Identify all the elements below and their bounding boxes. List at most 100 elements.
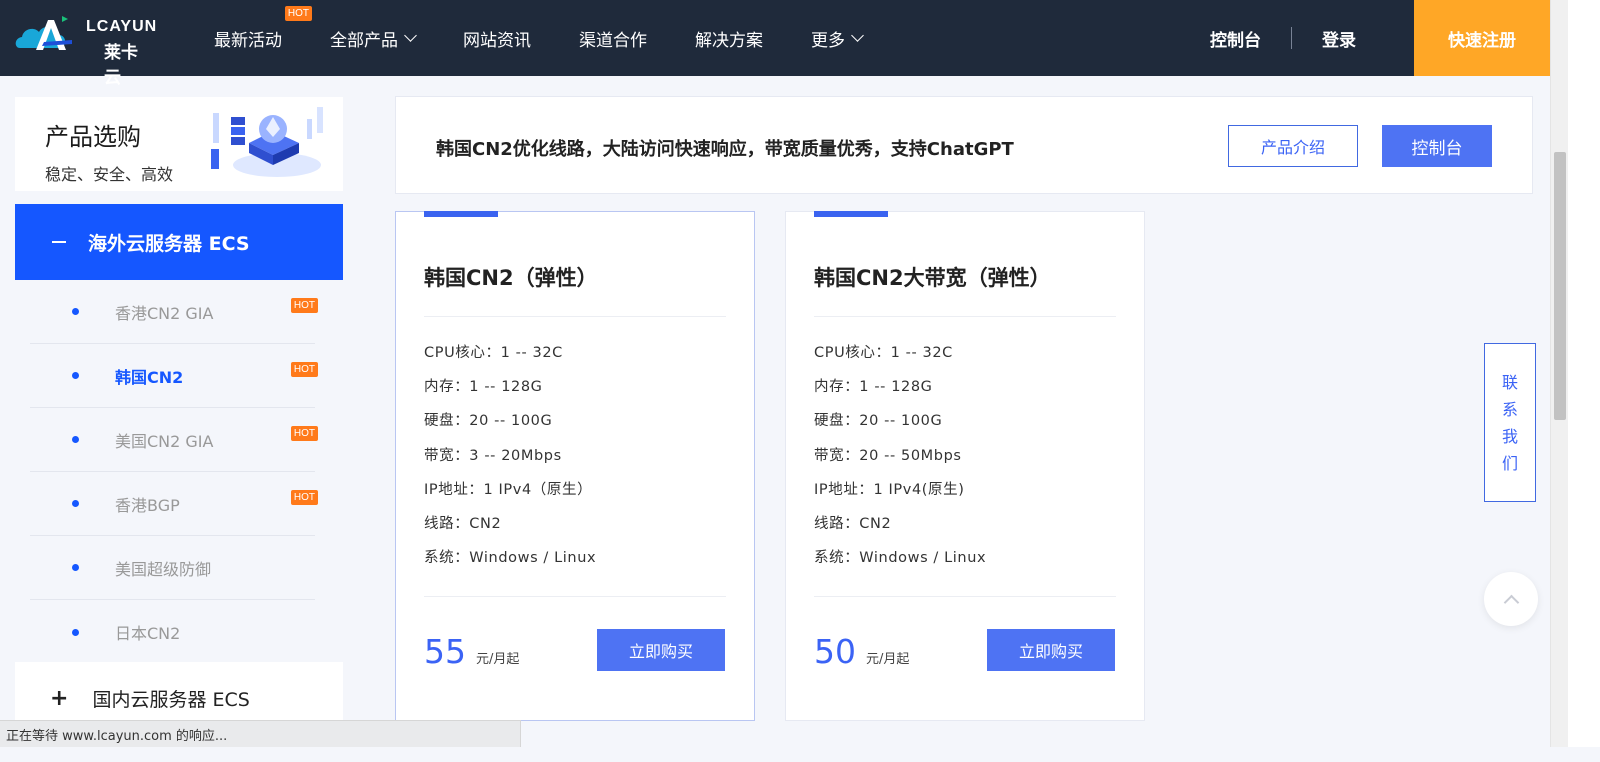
scrollbar-thumb[interactable] (1554, 152, 1566, 420)
contact-us-button[interactable]: 联 系 我 们 (1484, 343, 1536, 502)
chevron-up-icon (1503, 594, 1519, 610)
spec-disk: 硬盘：20 -- 100G (814, 413, 943, 430)
sidebar-header: 产品选购 稳定、安全、高效 (15, 97, 343, 191)
header-actions: 控制台 登录 快速注册 (1210, 0, 1550, 76)
vertical-scrollbar[interactable] (1550, 0, 1568, 762)
sidebar-item-label: 美国超级防御 (115, 559, 212, 579)
product-specs: CPU核心：1 -- 32C 内存：1 -- 128G 硬盘：20 -- 100… (424, 342, 596, 581)
sidebar-item-label: 香港BGP (115, 495, 180, 515)
cloud-logo-icon (15, 16, 72, 50)
collapse-icon (52, 241, 66, 243)
back-to-top-button[interactable] (1484, 572, 1538, 626)
price-value: 55 (424, 632, 466, 671)
price: 55 元/月起 (424, 632, 519, 671)
bullet-icon (72, 564, 79, 571)
nav-news[interactable]: 网站资讯 (463, 26, 531, 51)
register-button[interactable]: 快速注册 (1414, 0, 1550, 76)
contact-char: 联 (1501, 372, 1518, 392)
bullet-icon (72, 628, 79, 636)
bullet-icon (72, 308, 79, 315)
window-gutter (1568, 0, 1600, 762)
divider (424, 596, 726, 597)
sidebar-item-kr-cn2[interactable]: 韩国CN2 HOT (30, 344, 318, 408)
logo-text-cn: 莱卡云 (104, 43, 138, 88)
hot-badge: HOT (284, 5, 312, 21)
category-overseas-ecs[interactable]: 海外云服务器 ECS (15, 204, 343, 280)
sidebar-item-jp-cn2[interactable]: 日本CN2 (30, 600, 315, 664)
banner-text: 韩国CN2优化线路，大陆访问快速响应，带宽质量优秀，支持ChatGPT (436, 139, 1014, 160)
bullet-icon (72, 372, 79, 379)
price-value: 50 (814, 632, 856, 671)
spec-ip: IP地址：1 IPv4(原生) (814, 481, 965, 498)
spec-disk: 硬盘：20 -- 100G (424, 413, 553, 430)
card-tag (814, 211, 888, 217)
category-label: 海外云服务器 ECS (88, 232, 250, 255)
product-card: 韩国CN2（弹性） CPU核心：1 -- 32C 内存：1 -- 128G 硬盘… (395, 211, 755, 721)
buy-now-button[interactable]: 立即购买 (987, 629, 1115, 671)
sidebar-item-hk-cn2-gia[interactable]: 香港CN2 GIA HOT (30, 280, 318, 344)
chevron-down-icon (851, 28, 864, 42)
sidebar-item-hk-bgp[interactable]: 香港BGP HOT (30, 472, 318, 536)
console-link[interactable]: 控制台 (1210, 26, 1261, 51)
divider (814, 596, 1116, 597)
header-divider (1291, 27, 1292, 49)
buy-now-button[interactable]: 立即购买 (597, 629, 725, 671)
product-card: 韩国CN2大带宽（弹性） CPU核心：1 -- 32C 内存：1 -- 128G… (785, 211, 1145, 721)
spec-cpu: CPU核心：1 -- 32C (424, 345, 563, 361)
hot-badge: HOT (290, 426, 318, 441)
sidebar-item-label: 美国CN2 GIA (115, 431, 214, 451)
spec-ip: IP地址：1 IPv4（原生） (424, 481, 593, 498)
spec-bandwidth: 带宽：20 -- 50Mbps (814, 447, 962, 464)
top-header: LCAYUN 莱卡云 最新活动 HOT 全部产品 网站资讯 渠道合作 解决方案 … (0, 0, 1550, 88)
logo-text-en: LCAYUN (86, 18, 158, 35)
sidebar-item-us-cn2-gia[interactable]: 美国CN2 GIA HOT (30, 408, 318, 472)
divider (424, 316, 726, 317)
nav-label: 渠道合作 (579, 30, 647, 51)
contact-char: 系 (1501, 399, 1518, 419)
lcayun-logo[interactable]: LCAYUN 莱卡云 (14, 10, 158, 88)
nav-label: 最新活动 (214, 30, 282, 51)
nav-latest-activity[interactable]: 最新活动 HOT (214, 5, 312, 51)
main-nav: 最新活动 HOT 全部产品 网站资讯 渠道合作 解决方案 更多 (214, 0, 910, 76)
spec-memory: 内存：1 -- 128G (424, 379, 543, 396)
nav-channel[interactable]: 渠道合作 (579, 26, 647, 51)
nav-label: 解决方案 (695, 30, 763, 51)
bullet-icon (72, 436, 79, 443)
divider (814, 316, 1116, 317)
server-illustration-icon (211, 107, 323, 177)
sidebar-item-label: 韩国CN2 (115, 367, 184, 387)
nav-all-products[interactable]: 全部产品 (330, 26, 417, 51)
sidebar-subtitle: 稳定、安全、高效 (45, 165, 174, 184)
price-unit: 元/月起 (866, 652, 910, 667)
nav-label: 更多 (811, 30, 845, 51)
console-button[interactable]: 控制台 (1382, 125, 1492, 167)
sidebar-item-us-defense[interactable]: 美国超级防御 (30, 536, 315, 600)
spec-bandwidth: 带宽：3 -- 20Mbps (424, 447, 562, 464)
nav-label: 网站资讯 (463, 30, 531, 51)
product-title: 韩国CN2大带宽（弹性） (814, 266, 1051, 290)
nav-more[interactable]: 更多 (811, 26, 864, 51)
product-specs: CPU核心：1 -- 32C 内存：1 -- 128G 硬盘：20 -- 100… (814, 342, 986, 581)
page-bottom (0, 747, 1600, 762)
price-unit: 元/月起 (476, 652, 520, 667)
product-intro-button[interactable]: 产品介绍 (1228, 125, 1358, 167)
spec-os: 系统：Windows / Linux (424, 550, 597, 567)
hot-badge: HOT (290, 298, 318, 313)
spec-line: 线路：CN2 (814, 515, 892, 532)
hot-badge: HOT (290, 490, 318, 505)
sidebar-title: 产品选购 (45, 123, 141, 151)
spec-line: 线路：CN2 (424, 515, 502, 532)
sidebar-item-label: 香港CN2 GIA (115, 303, 214, 323)
nav-label: 全部产品 (330, 30, 398, 51)
spec-memory: 内存：1 -- 128G (814, 379, 933, 396)
sidebar-item-label: 日本CN2 (115, 624, 181, 643)
browser-status-bar: 正在等待 www.lcayun.com 的响应... (0, 720, 521, 747)
contact-char: 我 (1501, 426, 1518, 446)
contact-char: 们 (1501, 453, 1518, 473)
nav-solutions[interactable]: 解决方案 (695, 26, 763, 51)
login-link[interactable]: 登录 (1322, 26, 1356, 51)
hot-badge: HOT (290, 362, 318, 377)
chevron-down-icon (404, 28, 417, 42)
bullet-icon (72, 500, 79, 507)
sub-category-list: 香港CN2 GIA HOT 韩国CN2 HOT 美国CN2 GIA HOT 香港… (15, 280, 343, 662)
